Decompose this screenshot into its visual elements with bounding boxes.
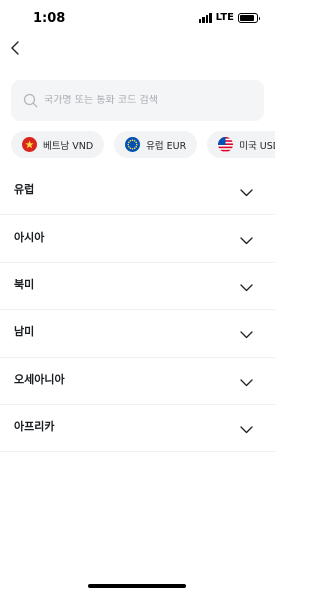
search-input[interactable] — [44, 95, 259, 106]
chip-vietnam-vnd[interactable]: 베트남 VND — [11, 131, 105, 158]
region-label: 아시아 — [14, 230, 45, 244]
region-row-south-america[interactable]: 남미 — [0, 310, 275, 358]
chip-label: 베트남 VND — [43, 140, 94, 152]
eu-flag-icon — [125, 137, 141, 152]
chevron-down-icon — [239, 186, 253, 200]
battery-icon — [238, 12, 260, 23]
region-label: 남미 — [14, 325, 35, 339]
region-row-africa[interactable]: 아프리카 — [0, 405, 275, 453]
network-type: LTE — [215, 12, 234, 23]
chevron-down-icon — [239, 281, 253, 295]
chevron-down-icon — [239, 423, 253, 437]
us-flag-icon — [218, 137, 234, 152]
chevron-down-icon — [239, 234, 253, 248]
region-label: 북미 — [14, 277, 35, 291]
region-row-oceania[interactable]: 오세아니아 — [0, 358, 275, 405]
chip-europe-eur[interactable]: 유럽 EUR — [114, 131, 198, 158]
region-list: 유럽 아시아 북미 남미 오세아니아 아프리카 — [0, 168, 275, 453]
home-indicator[interactable] — [88, 584, 186, 588]
chip-label: 미국 USD — [239, 140, 275, 152]
region-row-north-america[interactable]: 북미 — [0, 263, 275, 311]
status-time: 1:08 — [33, 11, 66, 26]
status-bar: 1:08 LTE — [0, 0, 275, 36]
favorite-currency-chips: 베트남 VND 유럽 EUR 미국 USD — [11, 131, 275, 159]
region-row-asia[interactable]: 아시아 — [0, 215, 275, 263]
battery-level — [240, 14, 254, 21]
chevron-down-icon — [239, 376, 253, 390]
region-label: 아프리카 — [14, 420, 55, 434]
region-label: 오세아니아 — [14, 372, 65, 386]
cellular-signal-icon — [198, 12, 212, 23]
chevron-left-icon — [11, 41, 19, 55]
search-field[interactable] — [11, 80, 264, 121]
chip-usa-usd[interactable]: 미국 USD — [207, 131, 275, 158]
status-indicators: LTE — [198, 12, 260, 23]
chevron-down-icon — [239, 328, 253, 342]
vietnam-flag-icon — [22, 137, 37, 152]
region-row-europe[interactable]: 유럽 — [0, 168, 275, 216]
search-icon — [22, 93, 38, 109]
chip-label: 유럽 EUR — [146, 140, 187, 152]
region-label: 유럽 — [14, 183, 35, 197]
back-button[interactable] — [5, 37, 27, 59]
